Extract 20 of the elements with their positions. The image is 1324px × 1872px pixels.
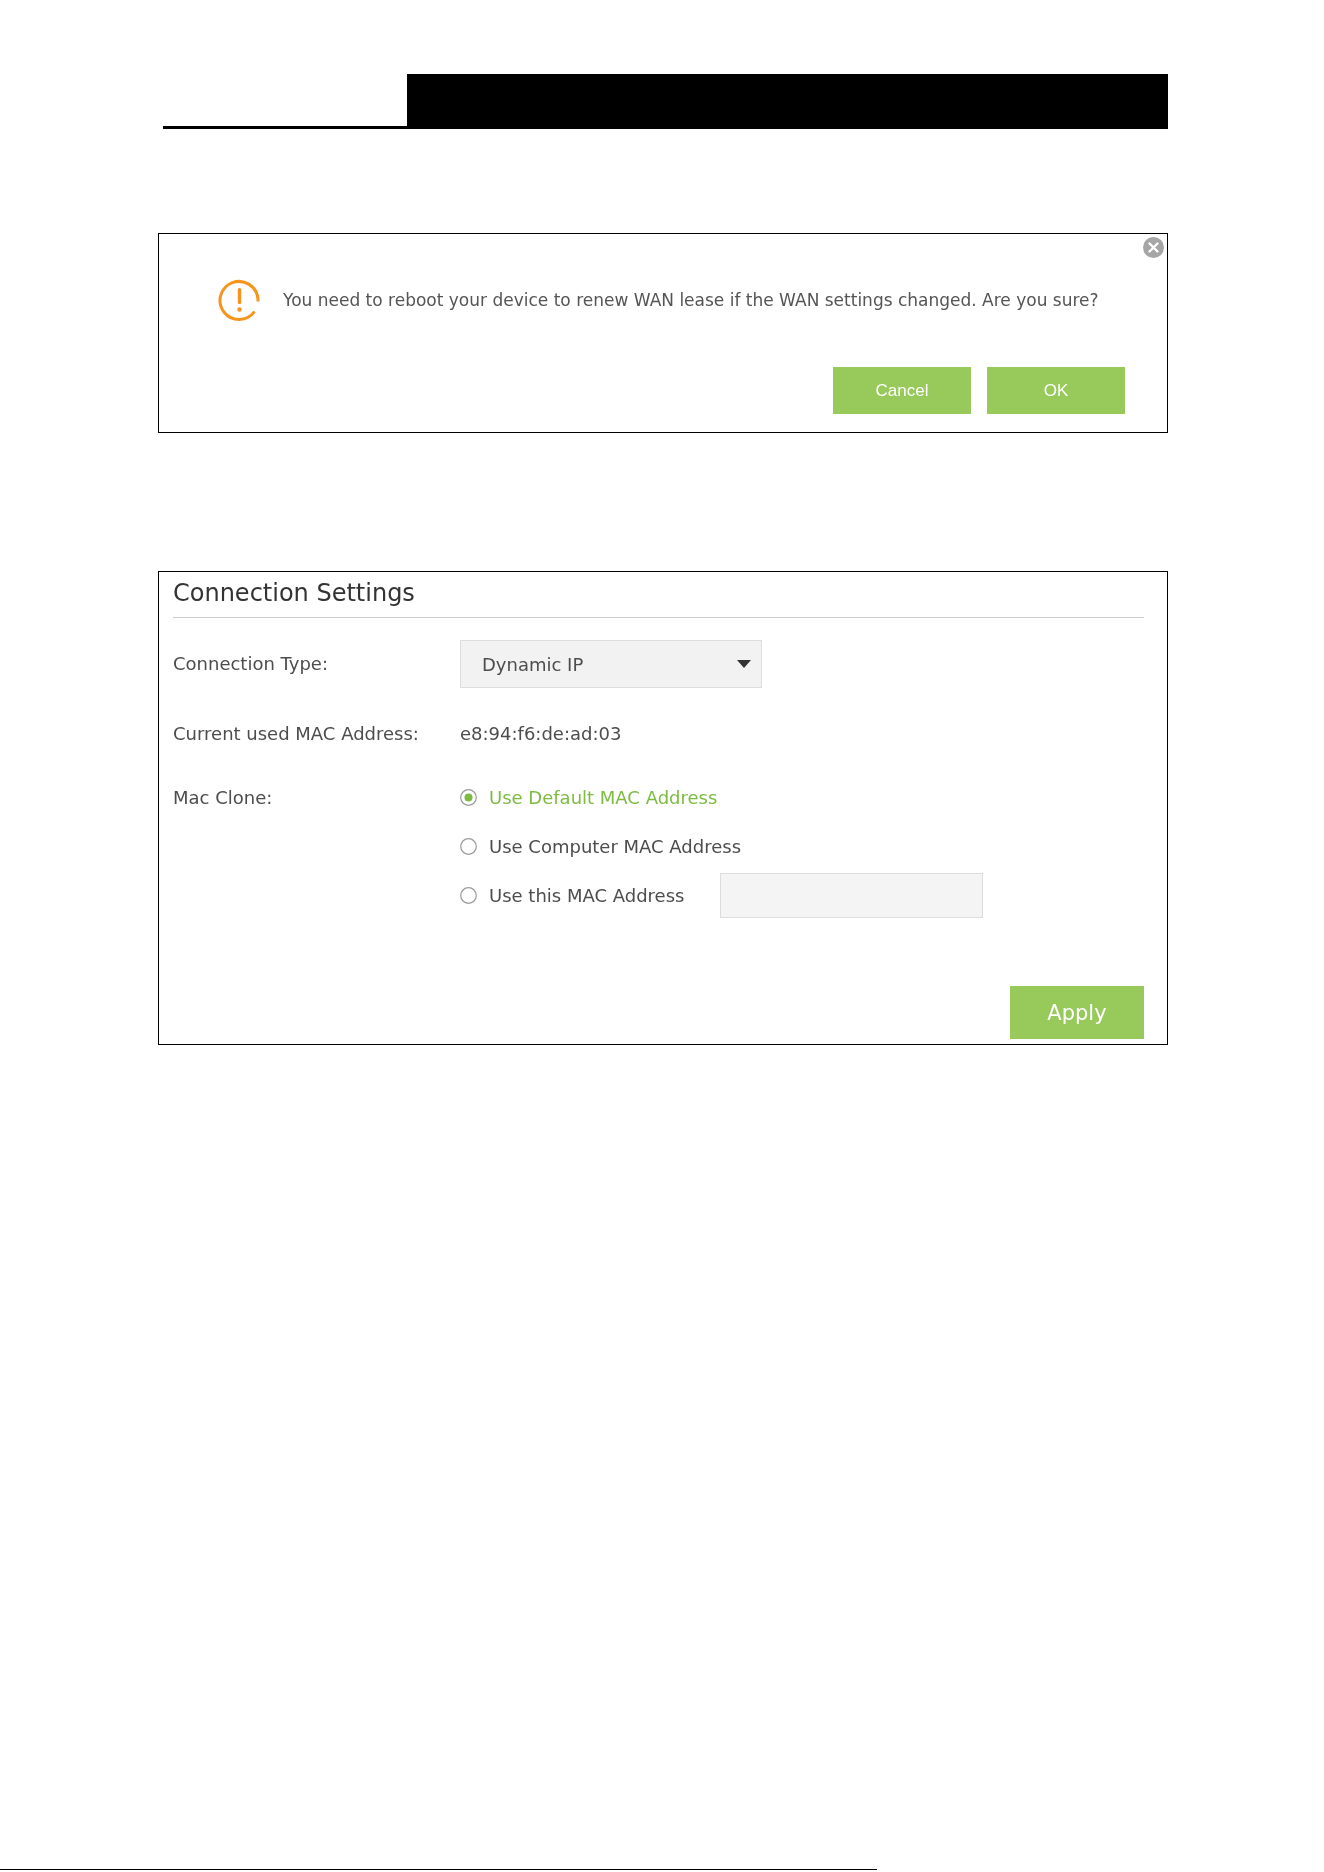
radio-icon[interactable] xyxy=(460,887,477,904)
section-title: Connection Settings xyxy=(173,578,1144,618)
field-label: Connection Type: xyxy=(173,653,329,675)
field-label: Current used MAC Address: xyxy=(173,723,420,745)
dialog-button[interactable]: Cancel xyxy=(833,367,971,414)
radio-option-label[interactable]: Use this MAC Address xyxy=(489,885,685,906)
radio-icon[interactable] xyxy=(460,838,477,855)
mac-address-input[interactable] xyxy=(720,873,984,918)
radio-option-label[interactable]: Use Computer MAC Address xyxy=(489,836,742,857)
caret-icon xyxy=(737,660,751,668)
radio-option-label[interactable]: Use Default MAC Address xyxy=(489,787,718,808)
warning-icon xyxy=(218,278,261,321)
dialog-button[interactable]: OK xyxy=(987,367,1125,414)
dialog-message: You need to reboot your device to renew WAN lease if the WAN settings changed. Are you sure? xyxy=(283,289,1099,310)
mac-address-value: e8:94:f6:de:ad:03 xyxy=(460,723,622,744)
field-label: Mac Clone: xyxy=(173,786,274,810)
close-icon[interactable] xyxy=(1143,237,1164,258)
radio-selected-icon[interactable] xyxy=(460,789,477,806)
connection-type-select[interactable]: Dynamic IP xyxy=(460,640,762,688)
apply-button[interactable]: Apply xyxy=(1010,986,1144,1039)
